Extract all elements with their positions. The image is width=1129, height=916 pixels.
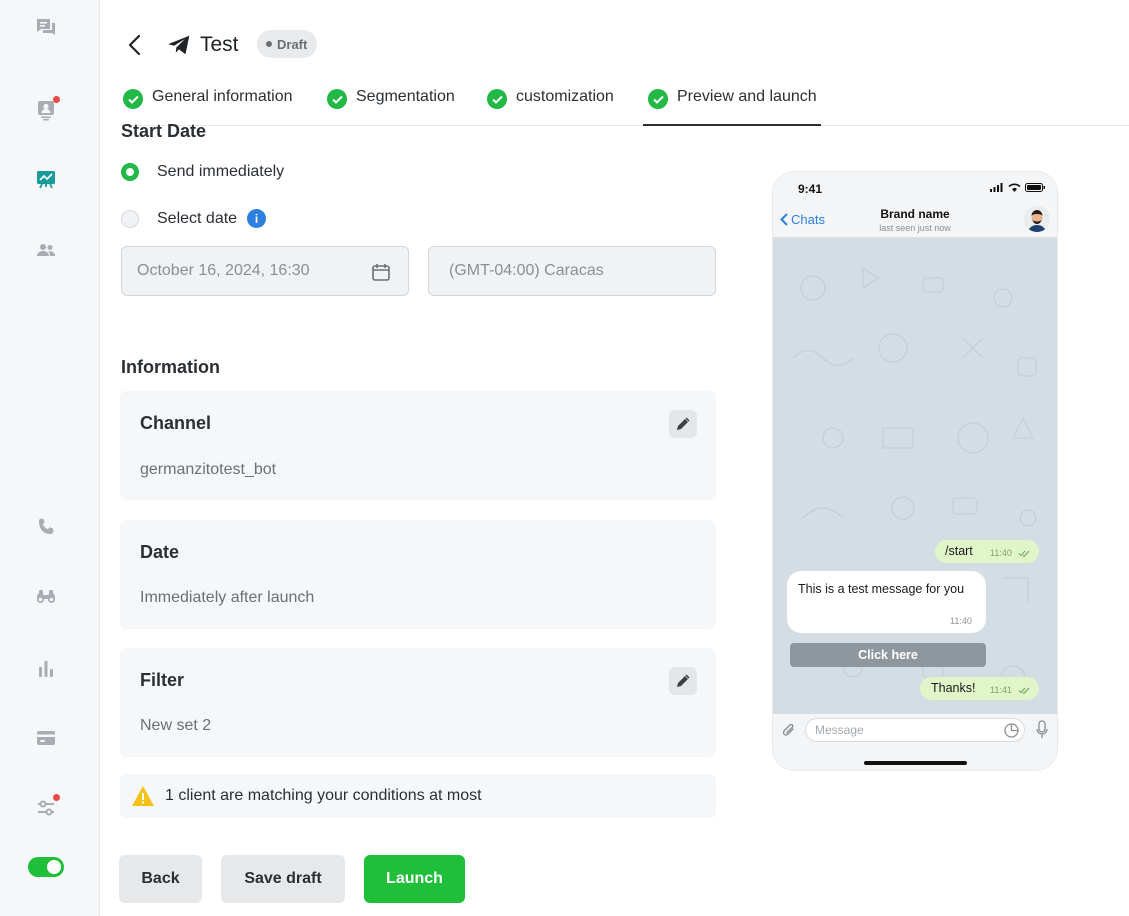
pencil-icon bbox=[677, 417, 690, 430]
back-button[interactable]: Back bbox=[119, 855, 202, 903]
channel-value: germanzitotest_bot bbox=[140, 461, 277, 478]
date-card: Date Immediately after launch bbox=[120, 520, 716, 629]
signal-icon bbox=[990, 183, 1003, 192]
billing-icon[interactable] bbox=[30, 722, 62, 754]
message-out-start: /start 11:40 bbox=[935, 540, 1039, 563]
radio-unselected-icon[interactable] bbox=[121, 209, 139, 228]
stats-icon[interactable] bbox=[30, 653, 62, 685]
phone-status-bar: 9:41 bbox=[773, 172, 1057, 202]
save-draft-button[interactable]: Save draft bbox=[221, 855, 345, 903]
filter-label: Filter bbox=[140, 670, 185, 690]
information-title: Information bbox=[121, 357, 220, 377]
date-input[interactable]: October 16, 2024, 16:30 bbox=[121, 246, 409, 296]
check-circle-icon bbox=[648, 89, 668, 109]
message-input[interactable]: Message bbox=[805, 718, 1025, 742]
message-text: This is a test message for you bbox=[798, 582, 965, 596]
warning-text: 1 client are matching your conditions at… bbox=[165, 787, 482, 804]
inline-click-here-button[interactable]: Click here bbox=[790, 643, 986, 667]
channel-card: Channel germanzitotest_bot bbox=[120, 391, 716, 500]
check-circle-icon bbox=[487, 89, 507, 109]
date-value: October 16, 2024, 16:30 bbox=[137, 262, 310, 279]
filter-value: New set 2 bbox=[140, 717, 212, 734]
info-icon[interactable]: i bbox=[247, 209, 267, 228]
tab-preview-and-launch[interactable]: Preview and launch bbox=[643, 88, 821, 126]
badge-dot bbox=[266, 41, 272, 47]
contacts-icon[interactable] bbox=[30, 94, 62, 126]
message-time: 11:41 bbox=[990, 685, 1012, 695]
warning-icon bbox=[132, 786, 154, 806]
team-icon[interactable] bbox=[30, 234, 62, 266]
radio-label: Select date bbox=[157, 209, 238, 227]
radio-selected-icon[interactable] bbox=[121, 163, 139, 181]
message-text: Thanks! bbox=[931, 681, 976, 695]
notification-dot bbox=[53, 96, 60, 103]
settings-icon[interactable] bbox=[30, 792, 62, 824]
edit-channel-button[interactable] bbox=[669, 410, 697, 438]
brand-name: Brand name bbox=[880, 207, 950, 221]
timezone-select[interactable]: (GMT-04:00) Caracas bbox=[428, 246, 716, 296]
back-arrow-icon[interactable] bbox=[120, 30, 148, 60]
bot-avatar bbox=[1024, 206, 1050, 232]
last-seen: last seen just now bbox=[879, 223, 951, 233]
phone-icon[interactable] bbox=[30, 511, 62, 543]
chat-header: Chats Brand name last seen just now bbox=[773, 202, 1057, 238]
step-tabs: General information Segmentation customi… bbox=[120, 80, 1129, 126]
matching-warning: 1 client are matching your conditions at… bbox=[120, 774, 716, 818]
home-indicator bbox=[864, 761, 967, 765]
notification-dot bbox=[53, 794, 60, 801]
launch-button[interactable]: Launch bbox=[364, 855, 465, 903]
radio-send-immediately[interactable]: Send immediately bbox=[121, 163, 284, 181]
sidebar bbox=[0, 0, 100, 916]
page-title: Test bbox=[200, 33, 239, 56]
message-time: 11:40 bbox=[990, 548, 1012, 558]
date-label: Date bbox=[140, 542, 180, 562]
read-check-icon bbox=[1018, 687, 1030, 694]
telegram-icon bbox=[168, 35, 190, 55]
pencil-icon bbox=[677, 674, 690, 687]
conversations-icon[interactable] bbox=[30, 12, 62, 44]
telegram-preview: 9:41 Chats Brand name last seen just now bbox=[772, 171, 1058, 771]
chat-background: /start 11:40 This is a test message for … bbox=[773, 238, 1057, 714]
status-badge: Draft bbox=[257, 30, 318, 58]
status-icons bbox=[990, 183, 1045, 192]
channel-label: Channel bbox=[140, 413, 212, 433]
message-input-bar: Message bbox=[773, 714, 1057, 770]
paperclip-icon[interactable] bbox=[781, 721, 797, 739]
microphone-icon[interactable] bbox=[1036, 720, 1048, 739]
message-placeholder: Message bbox=[815, 723, 864, 737]
tab-segmentation[interactable]: Segmentation bbox=[327, 88, 455, 126]
tab-label: Preview and launch bbox=[677, 88, 817, 105]
message-time: 11:40 bbox=[950, 616, 972, 626]
wifi-icon bbox=[1008, 183, 1021, 192]
badge-label: Draft bbox=[277, 36, 308, 52]
start-date-title: Start Date bbox=[121, 121, 207, 141]
date-info-value: Immediately after launch bbox=[140, 589, 315, 606]
message-out-thanks: Thanks! 11:41 bbox=[920, 677, 1039, 700]
status-time: 9:41 bbox=[798, 182, 823, 196]
radio-label: Send immediately bbox=[157, 163, 285, 180]
toggle-switch[interactable] bbox=[28, 857, 64, 877]
tab-label: Segmentation bbox=[356, 88, 455, 105]
filter-card: Filter New set 2 bbox=[120, 648, 716, 757]
binoculars-icon[interactable] bbox=[30, 581, 62, 613]
radio-select-date[interactable]: Select date i bbox=[121, 209, 267, 228]
message-in-test: This is a test message for you 11:40 bbox=[787, 571, 986, 633]
tab-label: customization bbox=[516, 88, 614, 105]
tab-label: General information bbox=[152, 88, 293, 105]
edit-filter-button[interactable] bbox=[669, 667, 697, 695]
check-circle-icon bbox=[327, 89, 347, 109]
read-check-icon bbox=[1018, 550, 1030, 557]
calendar-icon[interactable] bbox=[371, 262, 391, 282]
tab-customization[interactable]: customization bbox=[487, 88, 614, 126]
check-circle-icon bbox=[123, 89, 143, 109]
sticker-icon[interactable] bbox=[1004, 723, 1019, 738]
battery-icon bbox=[1025, 183, 1045, 192]
message-text: /start bbox=[945, 544, 973, 558]
timezone-value: (GMT-04:00) Caracas bbox=[449, 262, 604, 279]
campaigns-icon[interactable] bbox=[30, 163, 62, 195]
